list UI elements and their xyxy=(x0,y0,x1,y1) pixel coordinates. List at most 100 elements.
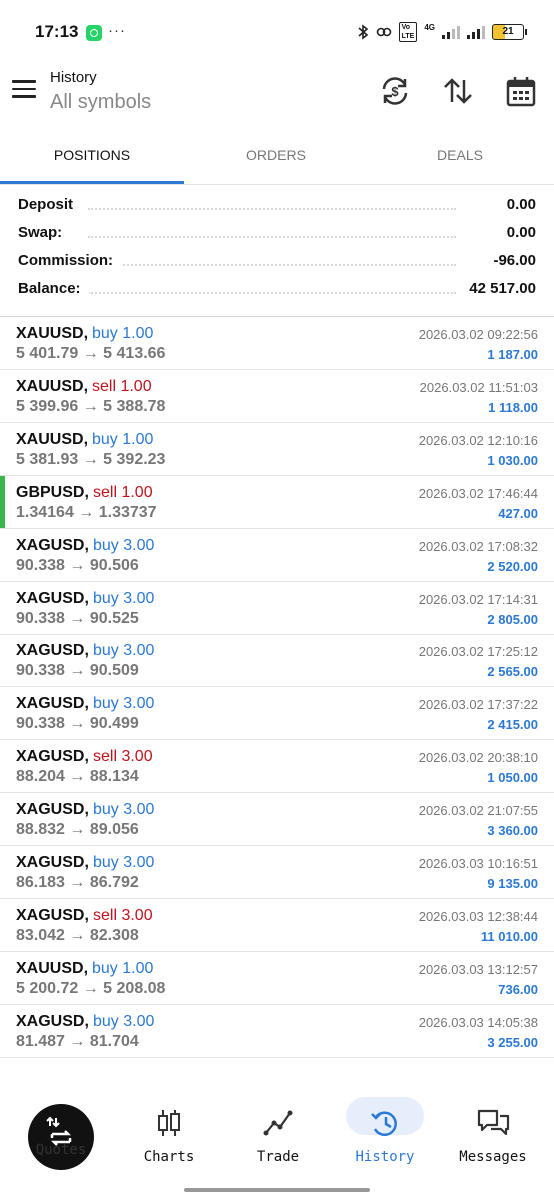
position-prices: 5 200.72 → 5 208.08 xyxy=(16,979,166,997)
nav-history[interactable]: History xyxy=(330,1097,440,1177)
position-profit: 1 187.00 xyxy=(487,347,538,362)
position-symbol: XAGUSD, xyxy=(16,642,89,660)
whatsapp-notification-icon xyxy=(86,25,102,41)
position-row[interactable]: XAUUSD, sell 1.00 5 399.96 → 5 388.78 2026.… xyxy=(0,370,554,423)
position-prices: 86.183 → 86.792 xyxy=(16,874,139,891)
tab-deals[interactable]: DEALS xyxy=(368,130,552,184)
summary-row-commission: Commission: -96.00 xyxy=(18,248,536,276)
nav-trade[interactable]: Trade xyxy=(223,1097,333,1177)
position-prices: 5 399.96 → 5 388.78 xyxy=(16,397,166,415)
position-row[interactable]: XAGUSD, sell 3.00 83.042 → 82.308 2026.03.0… xyxy=(0,899,554,952)
home-indicator xyxy=(184,1188,370,1192)
status-bar: 17:13 ··· Vo LTE 4G 21 xyxy=(0,0,554,66)
position-time: 2026.03.02 21:07:55 xyxy=(418,803,538,819)
position-row[interactable]: XAGUSD, buy 3.00 90.338 → 90.509 2026.03.02… xyxy=(0,634,554,688)
position-prices: 5 401.79 → 5 413.66 xyxy=(16,345,166,362)
quotes-label: Quotes xyxy=(35,1142,87,1158)
summary-value: 42 517.00 xyxy=(461,280,536,297)
position-time: 2026.03.02 09:22:56 xyxy=(418,327,538,342)
svg-text:$: $ xyxy=(391,84,399,99)
position-row[interactable]: GBPUSD, sell 1.00 1.34164 → 1.33737 2026.03… xyxy=(0,475,554,529)
position-symbol: XAGUSD, xyxy=(16,695,89,713)
position-time: 2026.03.03 12:38:44 xyxy=(418,908,538,924)
position-time: 2026.03.02 17:14:31 xyxy=(418,591,538,607)
dotted-leader xyxy=(88,264,456,266)
page-title: History xyxy=(50,69,97,86)
position-profit: 2 415.00 xyxy=(487,717,538,733)
position-time: 2026.03.03 13:12:57 xyxy=(418,961,538,977)
position-time: 2026.03.02 17:08:32 xyxy=(418,538,538,554)
position-row[interactable]: XAGUSD, sell 3.00 88.204 → 88.134 2026.03.0… xyxy=(0,740,554,794)
position-prices: 90.338 → 90.499 xyxy=(16,715,139,733)
position-row[interactable]: XAUUSD, buy 1.00 5 200.72 → 5 208.08 2026.0… xyxy=(0,952,554,1005)
position-row[interactable]: XAGUSD, buy 3.00 81.487 → 81.704 2026.03.03… xyxy=(0,1005,554,1058)
position-row[interactable]: XAGUSD, buy 3.00 90.338 → 90.506 2026.03.02… xyxy=(0,529,554,582)
position-prices: 88.832 → 89.056 xyxy=(16,821,139,839)
position-prices: 1.34164 → 1.33737 xyxy=(16,503,157,521)
position-symbol: XAGUSD, xyxy=(16,589,89,607)
position-symbol: XAGUSD, xyxy=(16,801,89,819)
trend-line-icon xyxy=(263,1110,293,1136)
position-time: 2026.03.02 11:51:03 xyxy=(419,379,538,395)
position-row[interactable]: XAGUSD, buy 3.00 86.183 → 86.792 2026.03.03… xyxy=(0,846,554,899)
position-time: 2026.03.03 10:16:51 xyxy=(418,856,538,871)
position-profit: 736.00 xyxy=(498,981,538,997)
sort-icon[interactable] xyxy=(441,74,475,108)
position-symbol: XAGUSD, xyxy=(16,854,89,871)
nav-charts[interactable]: Charts xyxy=(114,1097,224,1177)
network-type-label: 4G xyxy=(424,22,435,32)
position-symbol: XAUUSD, xyxy=(16,959,89,977)
signal-strength-icon xyxy=(442,25,460,39)
position-profit: 2 805.00 xyxy=(487,611,538,627)
nav-messages[interactable]: Messages xyxy=(438,1097,548,1177)
position-side: buy 1.00 xyxy=(92,959,154,977)
nav-label: Charts xyxy=(143,1149,195,1165)
position-profit: 9 135.00 xyxy=(487,876,538,891)
menu-icon[interactable] xyxy=(12,80,36,100)
summary-value: 0.00 xyxy=(498,224,536,241)
position-side: buy 3.00 xyxy=(93,801,155,819)
position-profit: 1 050.00 xyxy=(487,770,538,786)
status-time: 17:13 xyxy=(35,22,79,41)
quotes-button[interactable] xyxy=(28,1104,94,1170)
symbol-filter[interactable]: All symbols xyxy=(50,91,151,114)
position-side: buy 3.00 xyxy=(93,589,155,607)
tab-orders[interactable]: ORDERS xyxy=(184,130,368,184)
nav-label: Messages xyxy=(459,1149,527,1165)
summary-value: -96.00 xyxy=(485,252,536,269)
position-time: 2026.03.02 17:37:22 xyxy=(418,697,538,713)
position-symbol: XAUUSD, xyxy=(16,377,89,395)
tab-positions[interactable]: POSITIONS xyxy=(0,130,184,184)
summary-label: Balance: xyxy=(18,280,89,297)
position-profit: 2 565.00 xyxy=(487,664,538,680)
selected-row-marker xyxy=(0,475,5,528)
position-row[interactable]: XAUUSD, buy 1.00 5 381.93 → 5 392.23 2026.0… xyxy=(0,423,554,476)
currency-sync-icon[interactable]: $ xyxy=(378,74,412,108)
position-row[interactable]: XAUUSD, buy 1.00 5 401.79 → 5 413.66 2026.0… xyxy=(0,317,554,370)
position-row[interactable]: XAGUSD, buy 3.00 90.338 → 90.525 2026.03.02… xyxy=(0,582,554,635)
position-side: buy 3.00 xyxy=(93,642,155,660)
nav-label: History xyxy=(355,1149,415,1165)
candlestick-icon xyxy=(158,1110,180,1136)
position-profit: 3 360.00 xyxy=(487,823,538,839)
summary-value: 0.00 xyxy=(498,196,536,213)
position-row[interactable]: XAGUSD, buy 3.00 90.338 → 90.499 2026.03.02… xyxy=(0,687,554,741)
position-time: 2026.03.02 20:38:10 xyxy=(418,750,538,766)
status-indicators: Vo LTE 4G 21 xyxy=(357,22,527,42)
position-prices: 90.338 → 90.506 xyxy=(16,556,139,574)
position-symbol: XAGUSD, xyxy=(16,906,89,924)
position-profit: 1 118.00 xyxy=(488,399,538,415)
position-prices: 88.204 → 88.134 xyxy=(16,768,139,786)
active-tab-indicator xyxy=(0,181,184,184)
position-side: buy 3.00 xyxy=(93,695,155,713)
position-prices: 5 381.93 → 5 392.23 xyxy=(16,450,166,468)
calendar-icon[interactable] xyxy=(504,74,538,108)
position-row[interactable]: XAGUSD, buy 3.00 88.832 → 89.056 2026.03.02… xyxy=(0,793,554,847)
position-profit: 11 010.00 xyxy=(480,928,538,944)
dotted-leader xyxy=(88,292,456,294)
position-profit: 427.00 xyxy=(498,505,538,521)
history-icon xyxy=(371,1111,397,1136)
position-side: buy 3.00 xyxy=(93,1012,155,1030)
position-profit: 3 255.00 xyxy=(487,1034,538,1050)
summary-row-swap: Swap: 0.00 xyxy=(18,220,536,248)
